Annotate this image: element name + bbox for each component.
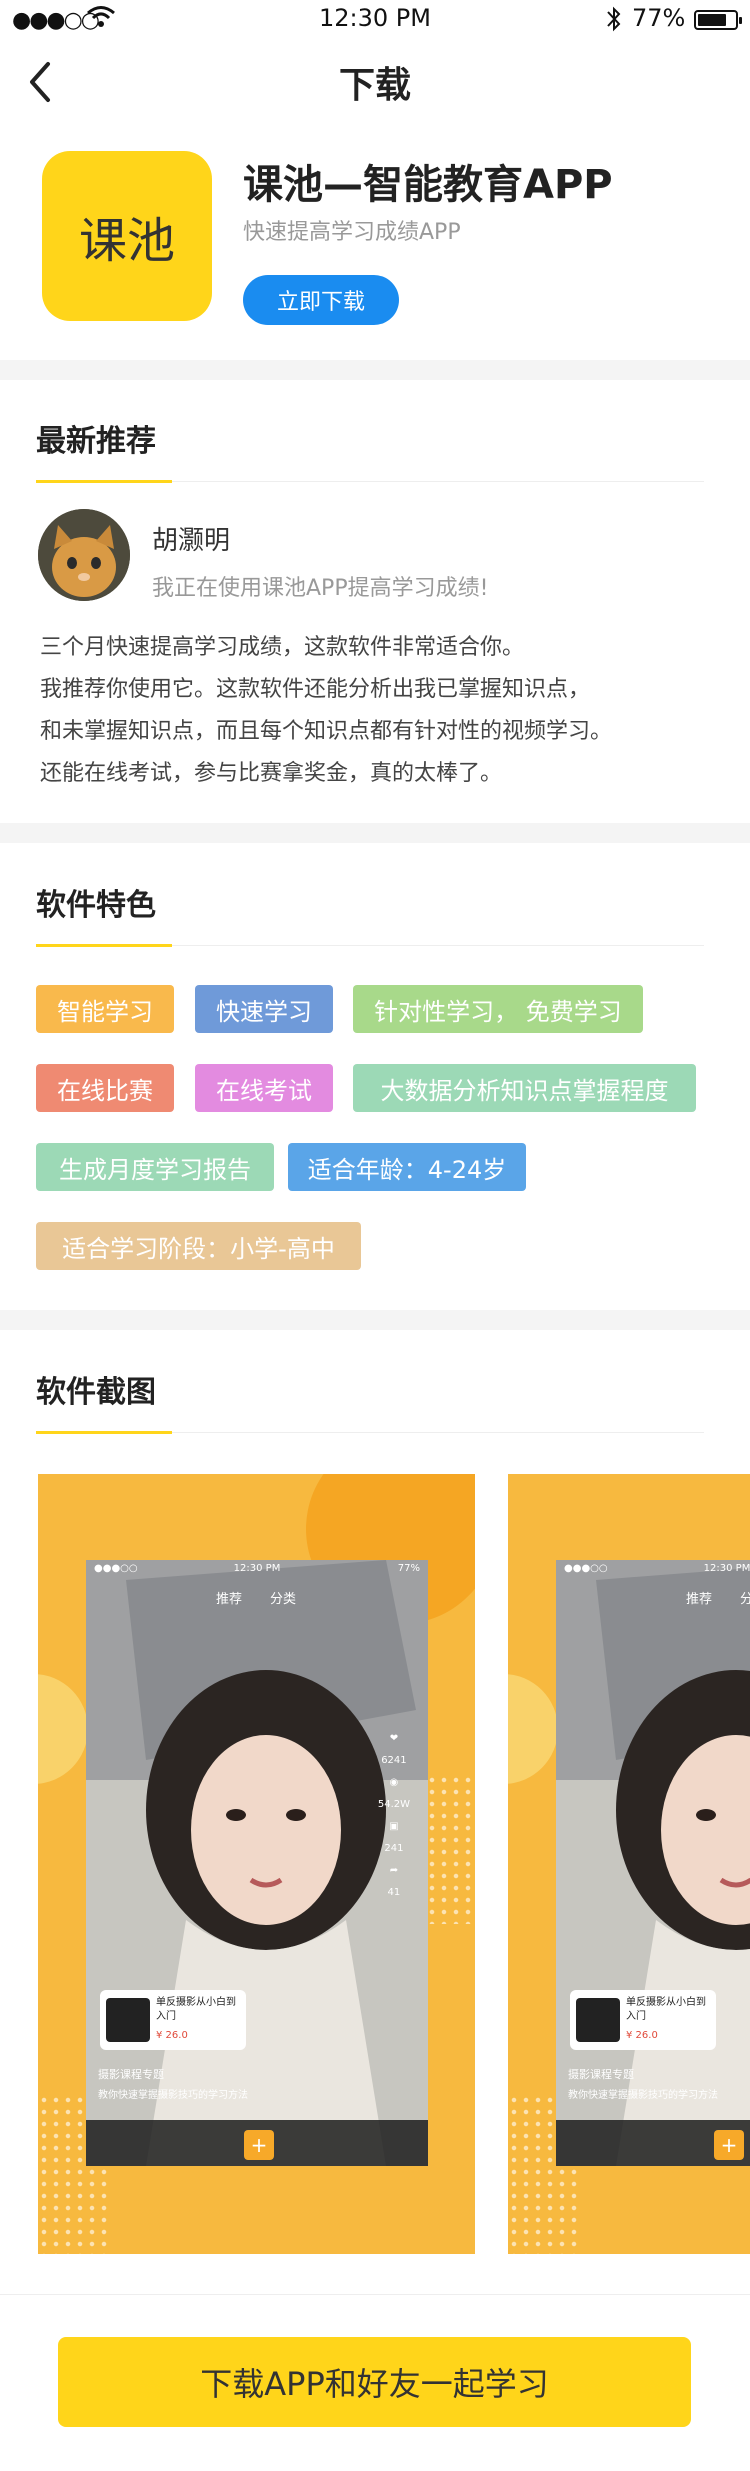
section-divider (0, 823, 750, 843)
chevron-left-icon (30, 62, 50, 102)
feature-tag: 生成月度学习报告 (36, 1143, 274, 1191)
battery-percent: 77% (632, 4, 686, 32)
download-button[interactable]: 立即下载 (243, 275, 399, 325)
feature-tag: 在线考试 (195, 1064, 333, 1112)
avatar (38, 509, 130, 601)
cta-divider (0, 2294, 750, 2295)
feature-tag: 智能学习 (36, 985, 174, 1033)
app-logo-text: 课池 (78, 213, 175, 269)
section-divider (0, 360, 750, 380)
section-divider (0, 1310, 750, 1330)
review-body: 三个月快速提高学习成绩，这款软件非常适合你。 我推荐你使用它。这款软件还能分析出… (40, 627, 720, 795)
screenshot-card[interactable]: ●●●○○ 12:30 PM 77% 推荐 分类 ❤6241◉54.2W▣241… (38, 1474, 475, 2254)
feature-tag: 适合年龄：4-24岁 (288, 1143, 526, 1191)
page-title: 下载 (338, 65, 411, 106)
phone-screenshot: ●●●○○ 12:30 PM 77% 推荐 分类 ❤6241◉54.2W▣241… (86, 1560, 428, 2166)
review-line: 还能在线考试，参与比赛拿奖金，真的太棒了。 (40, 761, 503, 786)
feature-tag: 针对性学习， 免费学习 (353, 985, 643, 1033)
reviewer-name: 胡灏明 (152, 526, 231, 556)
back-button[interactable] (22, 58, 62, 106)
section-title-features: 软件特色 (36, 888, 156, 923)
feature-tag: 适合学习阶段：小学-高中 (36, 1222, 361, 1270)
screenshot-card[interactable]: ●●●○○ 12:30 PM 77% 推荐 分类 ❤6241◉54.2W▣241… (508, 1474, 750, 2254)
app-subtitle: 快速提高学习成绩APP (243, 220, 461, 245)
app-logo: 课池 (42, 151, 212, 321)
title-accent (36, 1431, 172, 1434)
feature-tag: 大数据分析知识点掌握程度 (353, 1064, 696, 1112)
review-line: 和未掌握知识点，而且每个知识点都有针对性的视频学习。 (40, 719, 613, 744)
section-title-screenshots: 软件截图 (36, 1375, 156, 1410)
review-line: 三个月快速提高学习成绩，这款软件非常适合你。 (40, 635, 525, 660)
screenshot-carousel[interactable]: ●●●○○ 12:30 PM 77% 推荐 分类 ❤ 6241 ◉ 54.2W ▣ 241… (38, 1474, 750, 2254)
title-accent (36, 480, 172, 483)
reviewer-quote: 我正在使用课池APP提高学习成绩! (152, 576, 489, 601)
title-accent (36, 944, 172, 947)
section-title-recommend: 最新推荐 (36, 424, 156, 459)
feature-tag: 在线比赛 (36, 1064, 174, 1112)
feature-tag: 快速学习 (195, 985, 333, 1033)
review-line: 我推荐你使用它。这款软件还能分析出我已掌握知识点， (40, 677, 591, 702)
status-bar: ●●●○○ 12:30 PM 77% (0, 0, 750, 40)
phone-screenshot: ●●●○○ 12:30 PM 77% 推荐 分类 ❤6241◉54.2W▣241… (556, 1560, 750, 2166)
bluetooth-icon (607, 6, 621, 32)
battery-icon (694, 10, 742, 30)
download-app-button[interactable]: 下载APP和好友一起学习 (58, 2337, 691, 2427)
app-name: 课池—智能教育APP (243, 162, 613, 208)
